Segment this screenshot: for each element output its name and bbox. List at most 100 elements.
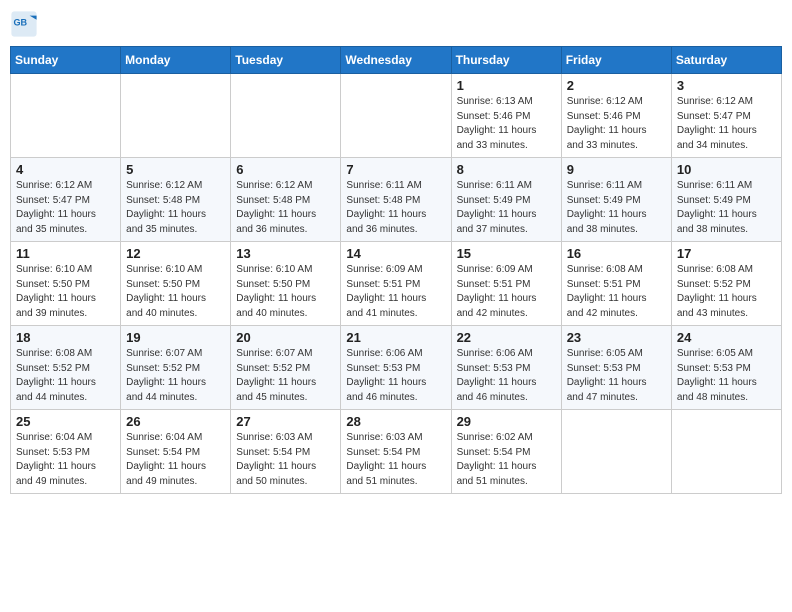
- day-info: Sunrise: 6:13 AM Sunset: 5:46 PM Dayligh…: [457, 95, 556, 153]
- calendar-cell: 11Sunrise: 6:10 AM Sunset: 5:50 PM Dayli…: [11, 242, 121, 326]
- calendar-cell: 17 Sunrise: 6:08 AM Sunset: 5:52 PM Dayli…: [671, 242, 781, 326]
- calendar-cell: 3 Sunrise: 6:12 AM Sunset: 5:47 PM Daylig…: [671, 74, 781, 158]
- logo: GB: [10, 10, 42, 38]
- calendar-cell: 2 Sunrise: 6:12 AM Sunset: 5:46 PM Daylig…: [561, 74, 671, 158]
- calendar-cell: 18 Sunrise: 6:08 AM Sunset: 5:52 PM Dayli…: [11, 326, 121, 410]
- calendar-cell: 19Sunrise: 6:07 AM Sunset: 5:52 PM Dayli…: [121, 326, 231, 410]
- day-number: 10: [677, 162, 776, 177]
- calendar-cell: 23 Sunrise: 6:05 AM Sunset: 5:53 PM Dayli…: [561, 326, 671, 410]
- day-number: 8: [457, 162, 556, 177]
- day-info: Sunrise: 6:03 AM Sunset: 5:54 PM Dayligh…: [346, 431, 445, 489]
- day-number: 9: [567, 162, 666, 177]
- calendar-cell: 8 Sunrise: 6:11 AM Sunset: 5:49 PM Daylig…: [451, 158, 561, 242]
- calendar-cell: 14Sunrise: 6:09 AM Sunset: 5:51 PM Dayli…: [341, 242, 451, 326]
- calendar-week-3: 11Sunrise: 6:10 AM Sunset: 5:50 PM Dayli…: [11, 242, 782, 326]
- day-number: 1: [457, 78, 556, 93]
- calendar-cell: 13 Sunrise: 6:10 AM Sunset: 5:50 PM Dayli…: [231, 242, 341, 326]
- calendar-cell: 27 Sunrise: 6:03 AM Sunset: 5:54 PM Dayli…: [231, 410, 341, 494]
- calendar-cell: 4 Sunrise: 6:12 AM Sunset: 5:47 PM Daylig…: [11, 158, 121, 242]
- calendar-cell: [561, 410, 671, 494]
- day-info: Sunrise: 6:09 AM Sunset: 5:51 PM Dayligh…: [457, 263, 556, 321]
- calendar-cell: 10Sunrise: 6:11 AM Sunset: 5:49 PM Dayli…: [671, 158, 781, 242]
- calendar-week-5: 25 Sunrise: 6:04 AM Sunset: 5:53 PM Dayli…: [11, 410, 782, 494]
- day-info: Sunrise: 6:12 AM Sunset: 5:46 PM Dayligh…: [567, 95, 666, 153]
- calendar-table: SundayMondayTuesdayWednesdayThursdayFrid…: [10, 46, 782, 494]
- day-number: 2: [567, 78, 666, 93]
- day-number: 6: [236, 162, 335, 177]
- day-info: Sunrise: 6:12 AM Sunset: 5:48 PM Dayligh…: [126, 179, 225, 237]
- calendar-header-thursday: Thursday: [451, 47, 561, 74]
- day-info: Sunrise: 6:04 AM Sunset: 5:53 PM Dayligh…: [16, 431, 115, 489]
- calendar-cell: 16 Sunrise: 6:08 AM Sunset: 5:51 PM Dayli…: [561, 242, 671, 326]
- day-number: 27: [236, 414, 335, 429]
- day-info: Sunrise: 6:12 AM Sunset: 5:47 PM Dayligh…: [16, 179, 115, 237]
- day-info: Sunrise: 6:02 AM Sunset: 5:54 PM Dayligh…: [457, 431, 556, 489]
- calendar-cell: 21Sunrise: 6:06 AM Sunset: 5:53 PM Dayli…: [341, 326, 451, 410]
- calendar-week-4: 18 Sunrise: 6:08 AM Sunset: 5:52 PM Dayli…: [11, 326, 782, 410]
- day-number: 19: [126, 330, 225, 345]
- day-number: 23: [567, 330, 666, 345]
- header: GB: [10, 10, 782, 38]
- calendar-header-row: SundayMondayTuesdayWednesdayThursdayFrid…: [11, 47, 782, 74]
- day-number: 29: [457, 414, 556, 429]
- calendar-header-sunday: Sunday: [11, 47, 121, 74]
- calendar-header-wednesday: Wednesday: [341, 47, 451, 74]
- day-number: 5: [126, 162, 225, 177]
- calendar-week-2: 4 Sunrise: 6:12 AM Sunset: 5:47 PM Daylig…: [11, 158, 782, 242]
- day-info: Sunrise: 6:12 AM Sunset: 5:48 PM Dayligh…: [236, 179, 335, 237]
- calendar-cell: 15Sunrise: 6:09 AM Sunset: 5:51 PM Dayli…: [451, 242, 561, 326]
- calendar-cell: 22 Sunrise: 6:06 AM Sunset: 5:53 PM Dayli…: [451, 326, 561, 410]
- day-info: Sunrise: 6:12 AM Sunset: 5:47 PM Dayligh…: [677, 95, 776, 153]
- calendar-cell: 24Sunrise: 6:05 AM Sunset: 5:53 PM Dayli…: [671, 326, 781, 410]
- calendar-cell: 5 Sunrise: 6:12 AM Sunset: 5:48 PM Daylig…: [121, 158, 231, 242]
- calendar-cell: 28 Sunrise: 6:03 AM Sunset: 5:54 PM Dayli…: [341, 410, 451, 494]
- calendar-cell: 9 Sunrise: 6:11 AM Sunset: 5:49 PM Daylig…: [561, 158, 671, 242]
- logo-icon: GB: [10, 10, 38, 38]
- day-number: 22: [457, 330, 556, 345]
- day-info: Sunrise: 6:08 AM Sunset: 5:52 PM Dayligh…: [16, 347, 115, 405]
- calendar-cell: 7 Sunrise: 6:11 AM Sunset: 5:48 PM Daylig…: [341, 158, 451, 242]
- day-info: Sunrise: 6:03 AM Sunset: 5:54 PM Dayligh…: [236, 431, 335, 489]
- day-number: 13: [236, 246, 335, 261]
- calendar-header-tuesday: Tuesday: [231, 47, 341, 74]
- day-number: 26: [126, 414, 225, 429]
- calendar-cell: 1 Sunrise: 6:13 AM Sunset: 5:46 PM Daylig…: [451, 74, 561, 158]
- calendar-cell: 12Sunrise: 6:10 AM Sunset: 5:50 PM Dayli…: [121, 242, 231, 326]
- day-info: Sunrise: 6:06 AM Sunset: 5:53 PM Dayligh…: [346, 347, 445, 405]
- day-number: 7: [346, 162, 445, 177]
- day-number: 4: [16, 162, 115, 177]
- day-info: Sunrise: 6:10 AM Sunset: 5:50 PM Dayligh…: [16, 263, 115, 321]
- calendar-cell: [671, 410, 781, 494]
- calendar-header-monday: Monday: [121, 47, 231, 74]
- calendar-cell: [341, 74, 451, 158]
- day-info: Sunrise: 6:05 AM Sunset: 5:53 PM Dayligh…: [567, 347, 666, 405]
- calendar-week-1: 1 Sunrise: 6:13 AM Sunset: 5:46 PM Daylig…: [11, 74, 782, 158]
- day-info: Sunrise: 6:11 AM Sunset: 5:49 PM Dayligh…: [457, 179, 556, 237]
- calendar-cell: [231, 74, 341, 158]
- day-number: 16: [567, 246, 666, 261]
- day-info: Sunrise: 6:10 AM Sunset: 5:50 PM Dayligh…: [236, 263, 335, 321]
- calendar-cell: [121, 74, 231, 158]
- day-info: Sunrise: 6:07 AM Sunset: 5:52 PM Dayligh…: [236, 347, 335, 405]
- day-info: Sunrise: 6:11 AM Sunset: 5:49 PM Dayligh…: [567, 179, 666, 237]
- day-number: 3: [677, 78, 776, 93]
- calendar-cell: 6 Sunrise: 6:12 AM Sunset: 5:48 PM Daylig…: [231, 158, 341, 242]
- day-info: Sunrise: 6:08 AM Sunset: 5:52 PM Dayligh…: [677, 263, 776, 321]
- calendar-cell: 20 Sunrise: 6:07 AM Sunset: 5:52 PM Dayli…: [231, 326, 341, 410]
- day-number: 24: [677, 330, 776, 345]
- calendar-cell: 29 Sunrise: 6:02 AM Sunset: 5:54 PM Dayli…: [451, 410, 561, 494]
- day-number: 25: [16, 414, 115, 429]
- calendar-header-saturday: Saturday: [671, 47, 781, 74]
- svg-text:GB: GB: [14, 17, 28, 27]
- day-number: 28: [346, 414, 445, 429]
- day-info: Sunrise: 6:10 AM Sunset: 5:50 PM Dayligh…: [126, 263, 225, 321]
- day-number: 18: [16, 330, 115, 345]
- day-info: Sunrise: 6:06 AM Sunset: 5:53 PM Dayligh…: [457, 347, 556, 405]
- day-info: Sunrise: 6:08 AM Sunset: 5:51 PM Dayligh…: [567, 263, 666, 321]
- calendar-cell: 26Sunrise: 6:04 AM Sunset: 5:54 PM Dayli…: [121, 410, 231, 494]
- day-number: 20: [236, 330, 335, 345]
- calendar-cell: [11, 74, 121, 158]
- calendar-cell: 25 Sunrise: 6:04 AM Sunset: 5:53 PM Dayli…: [11, 410, 121, 494]
- day-number: 17: [677, 246, 776, 261]
- day-info: Sunrise: 6:11 AM Sunset: 5:48 PM Dayligh…: [346, 179, 445, 237]
